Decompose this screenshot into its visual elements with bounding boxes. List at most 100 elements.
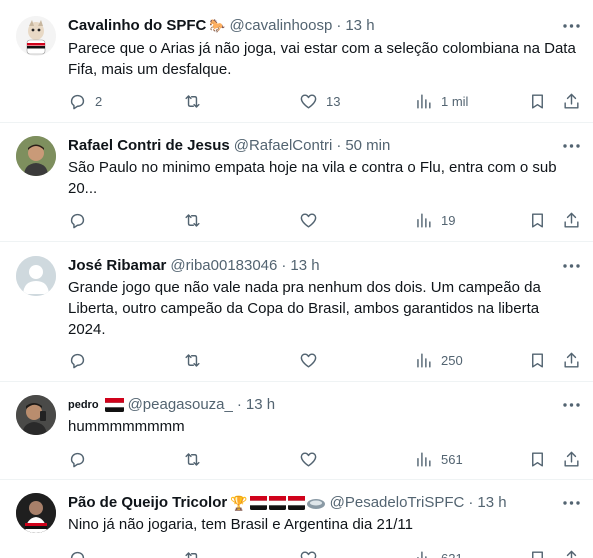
user-handle[interactable]: @cavalinhoosp xyxy=(230,16,333,36)
timestamp[interactable]: 50 min xyxy=(345,136,390,156)
tweet-text: Grande jogo que não vale nada pra nenhum… xyxy=(68,279,541,338)
view-count: 561 xyxy=(441,451,463,467)
more-options-icon[interactable] xyxy=(561,493,581,513)
analytics-icon xyxy=(417,212,431,228)
analytics-icon xyxy=(417,93,431,109)
tweet-feed: Cavalinho do SPFC 🐎 @cavalinhoosp · 13 h… xyxy=(0,0,593,558)
share-button[interactable] xyxy=(562,448,581,470)
bookmark-icon xyxy=(532,352,543,368)
separator-dot: · xyxy=(468,494,474,511)
avatar[interactable] xyxy=(16,395,56,435)
horse-mascot-avatar xyxy=(16,16,56,56)
like-button[interactable] xyxy=(299,448,326,470)
share-icon xyxy=(564,352,579,368)
avatar[interactable] xyxy=(16,136,56,176)
tweet[interactable]: José Ribamar @riba00183046 · 13 h Grande… xyxy=(0,242,593,382)
spfc-flag-icon xyxy=(104,398,124,412)
reply-icon xyxy=(70,94,85,109)
view-count: 19 xyxy=(441,212,456,228)
analytics-icon xyxy=(417,451,431,467)
retweet-icon xyxy=(185,452,200,466)
share-button[interactable] xyxy=(562,209,581,231)
bookmark-button[interactable] xyxy=(528,209,547,231)
retweet-button[interactable] xyxy=(183,209,210,231)
retweet-icon xyxy=(185,353,200,367)
tweet-text: Nino já não jogaria, tem Brasil e Argent… xyxy=(68,516,413,533)
like-button[interactable] xyxy=(299,209,326,231)
separator-dot: · xyxy=(336,137,342,154)
bookmark-button[interactable] xyxy=(528,349,547,371)
avatar[interactable] xyxy=(16,256,56,296)
reply-button[interactable] xyxy=(68,547,95,558)
display-name[interactable]: Cavalinho do SPFC xyxy=(68,16,206,36)
timestamp[interactable]: 13 h xyxy=(246,395,275,415)
tweet[interactable]: Cavalinho do SPFC 🐎 @cavalinhoosp · 13 h… xyxy=(0,0,593,123)
retweet-button[interactable] xyxy=(183,349,210,371)
bookmark-icon xyxy=(532,93,543,109)
timestamp[interactable]: 13 h xyxy=(477,493,506,513)
display-name[interactable]: pedro xyxy=(68,395,99,415)
views-button[interactable]: 250 xyxy=(414,349,463,371)
views-button[interactable]: 621 xyxy=(414,547,463,558)
view-count: 621 xyxy=(441,550,463,558)
like-button[interactable] xyxy=(299,349,326,371)
retweet-button[interactable] xyxy=(183,90,210,112)
retweet-icon xyxy=(185,551,198,558)
display-name[interactable]: Rafael Contri de Jesus xyxy=(68,136,230,156)
like-button[interactable]: 13 xyxy=(299,90,340,112)
views-button[interactable]: 19 xyxy=(414,209,455,231)
tweet-actions: 2 13 1 mil xyxy=(68,90,580,112)
heart-icon xyxy=(300,93,317,109)
reply-button[interactable] xyxy=(68,349,95,371)
timestamp[interactable]: 13 h xyxy=(290,256,319,276)
bookmark-button[interactable] xyxy=(528,448,547,470)
avatar[interactable] xyxy=(16,16,56,56)
heart-icon xyxy=(300,212,317,228)
more-options-icon[interactable] xyxy=(561,16,581,36)
reply-icon xyxy=(70,551,85,558)
tweet[interactable]: pedro @peagasouza_ · 13 h hummmmmmmm 561 xyxy=(0,382,593,480)
heart-icon xyxy=(300,550,317,558)
retweet-button[interactable] xyxy=(183,448,210,470)
display-name[interactable]: Pão de Queijo Tricolor xyxy=(68,493,227,513)
view-count: 1 mil xyxy=(441,93,469,109)
more-options-icon[interactable] xyxy=(561,395,581,415)
tweet[interactable]: Rafael Contri de Jesus @RafaelContri · 5… xyxy=(0,123,593,242)
reply-button[interactable] xyxy=(68,448,95,470)
like-button[interactable] xyxy=(299,547,326,558)
reply-icon xyxy=(70,353,85,368)
bookmark-button[interactable] xyxy=(528,547,547,558)
profile-photo xyxy=(16,395,56,435)
tweet-header: José Ribamar @riba00183046 · 13 h xyxy=(68,256,553,276)
more-options-icon[interactable] xyxy=(561,256,581,276)
retweet-button[interactable] xyxy=(183,547,210,558)
timestamp[interactable]: 13 h xyxy=(345,16,374,36)
avatar[interactable] xyxy=(16,493,56,533)
display-name[interactable]: José Ribamar xyxy=(68,256,166,276)
views-button[interactable]: 1 mil xyxy=(414,90,468,112)
user-handle[interactable]: @peagasouza_ xyxy=(128,395,233,415)
reply-button[interactable]: 2 xyxy=(68,90,102,112)
tweet-text: São Paulo no minimo empata hoje na vila … xyxy=(68,159,557,197)
retweet-icon xyxy=(185,213,200,227)
user-handle[interactable]: @PesadeloTriSPFC xyxy=(330,493,465,513)
flag-icons xyxy=(249,496,326,510)
tweet-actions: 561 xyxy=(68,448,580,470)
heart-icon xyxy=(300,352,317,368)
share-button[interactable] xyxy=(562,547,581,558)
tweet-header: Rafael Contri de Jesus @RafaelContri · 5… xyxy=(68,136,553,156)
more-options-icon[interactable] xyxy=(561,136,581,156)
share-button[interactable] xyxy=(562,90,581,112)
bookmark-icon xyxy=(532,212,543,228)
analytics-icon xyxy=(417,352,431,368)
profile-photo xyxy=(16,136,56,176)
share-button[interactable] xyxy=(562,349,581,371)
user-handle[interactable]: @RafaelContri xyxy=(234,136,333,156)
tweet[interactable]: Pão de Queijo Tricolor 🏆 @PesadeloTriSPF… xyxy=(0,480,593,558)
user-handle[interactable]: @riba00183046 xyxy=(170,256,277,276)
bookmark-button[interactable] xyxy=(528,90,547,112)
separator-dot: · xyxy=(281,257,287,274)
tweet-text: Parece que o Arias já não joga, vai esta… xyxy=(68,40,576,78)
reply-button[interactable] xyxy=(68,209,95,231)
views-button[interactable]: 561 xyxy=(414,448,463,470)
